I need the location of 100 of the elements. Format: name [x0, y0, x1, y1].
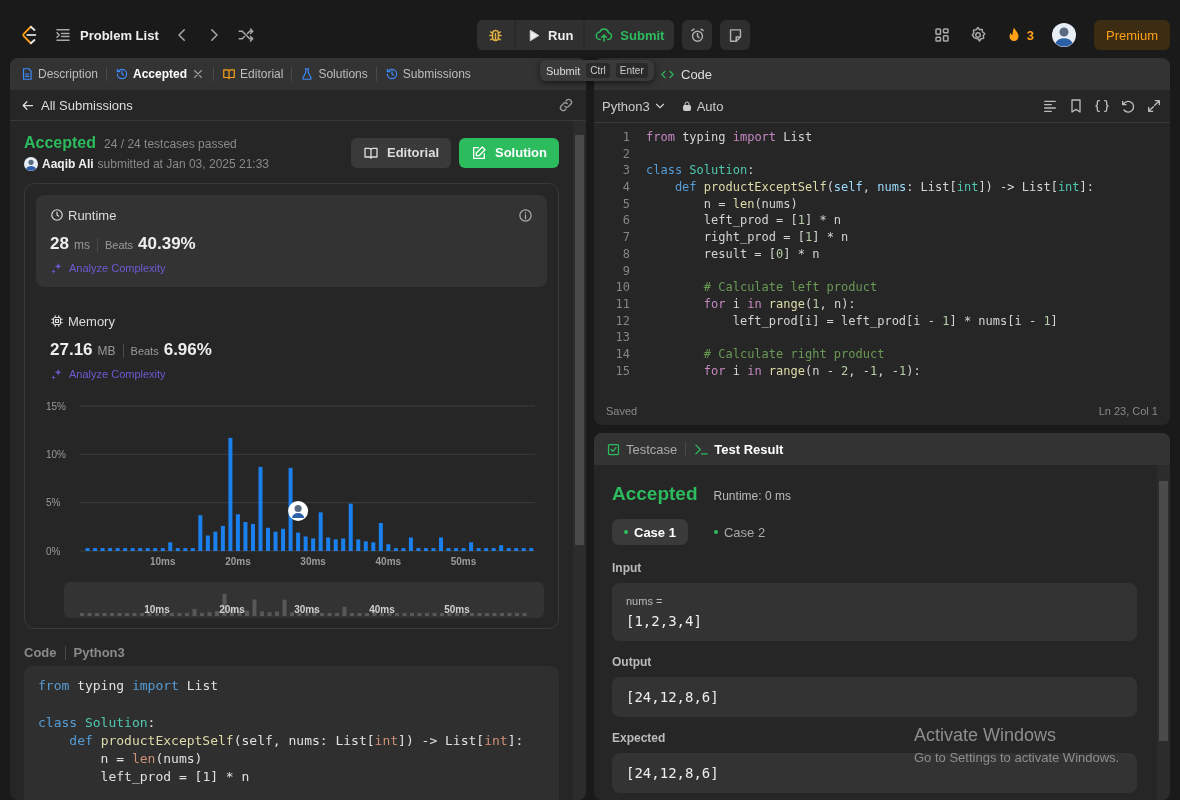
scrollbar[interactable] — [1157, 465, 1170, 800]
line-number: 9 — [621, 262, 631, 280]
avatar-icon — [1052, 23, 1076, 47]
link-icon[interactable] — [558, 97, 574, 113]
edit-icon — [471, 144, 487, 161]
line-number: 8 — [621, 245, 631, 263]
metric-value: 27.16 — [50, 340, 93, 360]
history-icon — [384, 67, 399, 81]
metric-unit: ms — [73, 238, 90, 252]
keyboard-key: Ctrl — [586, 63, 610, 78]
layout-grid-icon[interactable] — [932, 26, 951, 44]
range-navigator[interactable]: 10ms 20ms 30ms 40ms 50ms — [64, 582, 544, 618]
chip-icon — [50, 314, 64, 328]
reset-icon[interactable] — [1120, 98, 1136, 114]
case-tab[interactable]: Case 1 — [612, 519, 688, 545]
info-icon[interactable] — [518, 207, 533, 223]
save-status: Saved — [606, 405, 638, 417]
keyboard-key: Enter — [615, 63, 648, 78]
axis-label: 50ms — [444, 604, 470, 615]
timer-button[interactable] — [682, 20, 713, 50]
beats-percentage: 40.39% — [138, 234, 196, 254]
line-number: 10 — [614, 279, 631, 296]
notes-button[interactable] — [720, 20, 751, 50]
alarm-clock-icon — [688, 26, 706, 44]
language-label: Python3 — [73, 645, 125, 660]
code-line: # Calculate left product — [702, 279, 878, 296]
avatar-icon — [24, 157, 38, 171]
line-number: 11 — [614, 295, 631, 313]
line-number: 5 — [621, 195, 631, 213]
code-line: class Solution: — [38, 713, 157, 732]
axis-label: 40ms — [375, 556, 402, 567]
axis-label: 10% — [46, 448, 66, 460]
axis-label: 30ms — [300, 556, 326, 567]
avatar-marker-icon — [288, 501, 309, 521]
submission-status: Accepted — [24, 134, 97, 152]
bookmark-icon[interactable] — [1068, 98, 1084, 114]
code-line: n = len(nums) — [99, 750, 204, 769]
line-number: 14 — [614, 345, 631, 363]
axis-label: 40ms — [369, 604, 395, 615]
submission-time: submitted at Jan 03, 2025 21:33 — [97, 157, 270, 171]
section-label: Output — [612, 655, 652, 671]
all-submissions-link[interactable]: All Submissions — [20, 97, 133, 113]
section-label: Input — [612, 561, 642, 577]
panel-tab[interactable]: Editorial — [220, 67, 286, 81]
panel-tab[interactable]: Submissions — [382, 67, 473, 81]
book-icon — [222, 67, 237, 81]
metric-value: 28 — [50, 234, 69, 254]
axis-label: 15% — [46, 400, 66, 412]
panel-tab[interactable]: Solutions — [298, 67, 370, 81]
beats-label: Beats — [104, 239, 134, 251]
axis-label: 20ms — [225, 556, 251, 567]
runtime-text: Runtime: 0 ms — [713, 489, 791, 503]
history-icon — [115, 67, 130, 81]
code-line: left_prod = [1] * n — [702, 212, 842, 230]
panel-title: Code — [681, 66, 713, 82]
axis-label: 50ms — [450, 556, 477, 567]
axis-label: 20ms — [219, 604, 245, 615]
axis-label: 30ms — [294, 604, 320, 615]
code-line: class Solution: — [646, 162, 755, 180]
document-icon — [20, 67, 34, 81]
submit-button[interactable]: Submit — [585, 20, 675, 50]
problem-list-link[interactable]: Problem List — [80, 27, 159, 43]
premium-button[interactable]: Premium — [1094, 20, 1170, 50]
activation-title: Activate Windows — [914, 725, 1058, 746]
format-icon[interactable] — [1042, 98, 1058, 114]
scrollbar[interactable] — [573, 121, 586, 800]
code-line: left_prod = [1] * n — [99, 768, 251, 787]
debug-button[interactable] — [477, 20, 515, 50]
language-selector[interactable]: Python3 — [602, 98, 667, 114]
clock-icon — [50, 208, 64, 222]
code-line: def productExceptSelf(self, nums: List[int]) -> List[int]: — [673, 179, 1094, 196]
value-text: [24,12,8,6] — [626, 688, 720, 707]
line-number: 4 — [621, 179, 631, 196]
user-name[interactable]: Aaqib Ali — [42, 157, 94, 171]
autocomplete-mode[interactable]: Auto — [680, 98, 724, 114]
line-number: 12 — [614, 312, 631, 330]
case-tab[interactable]: Case 2 — [701, 519, 778, 545]
panel-tab[interactable]: Testcase — [606, 441, 678, 457]
shuffle-icon[interactable] — [236, 26, 255, 44]
testcases-passed: 24 / 24 testcases passed — [104, 137, 237, 151]
flask-icon — [300, 67, 315, 81]
braces-icon[interactable] — [1094, 98, 1110, 114]
line-number: 13 — [614, 329, 631, 346]
metric-card[interactable]: Memory 27.16 MB Beats 6.96% Analyze Complexity — [36, 301, 547, 393]
expand-icon[interactable] — [1146, 98, 1162, 114]
editorial-button[interactable]: Editorial — [351, 137, 451, 168]
code-line: from typing import List — [38, 677, 220, 695]
list-icon[interactable] — [54, 26, 72, 44]
metric-card[interactable]: Runtime 28 ms Beats 40.39% Analyze Complexity — [36, 195, 547, 287]
panel-tab[interactable]: Description — [18, 67, 101, 81]
activation-message: Go to Settings to activate Windows. — [914, 750, 1120, 765]
run-button[interactable]: Run — [516, 20, 584, 50]
beats-percentage: 6.96% — [163, 340, 212, 360]
lock-icon — [680, 100, 693, 112]
panel-tab[interactable]: Test Result — [694, 441, 784, 457]
cloud-upload-icon — [595, 26, 614, 44]
line-number: 2 — [621, 145, 631, 163]
panel-tab[interactable]: Accepted — [113, 67, 208, 81]
streak-counter[interactable]: 3 — [1004, 26, 1034, 44]
code-line: for i in range(n - 2, -1, -1): — [702, 362, 921, 380]
